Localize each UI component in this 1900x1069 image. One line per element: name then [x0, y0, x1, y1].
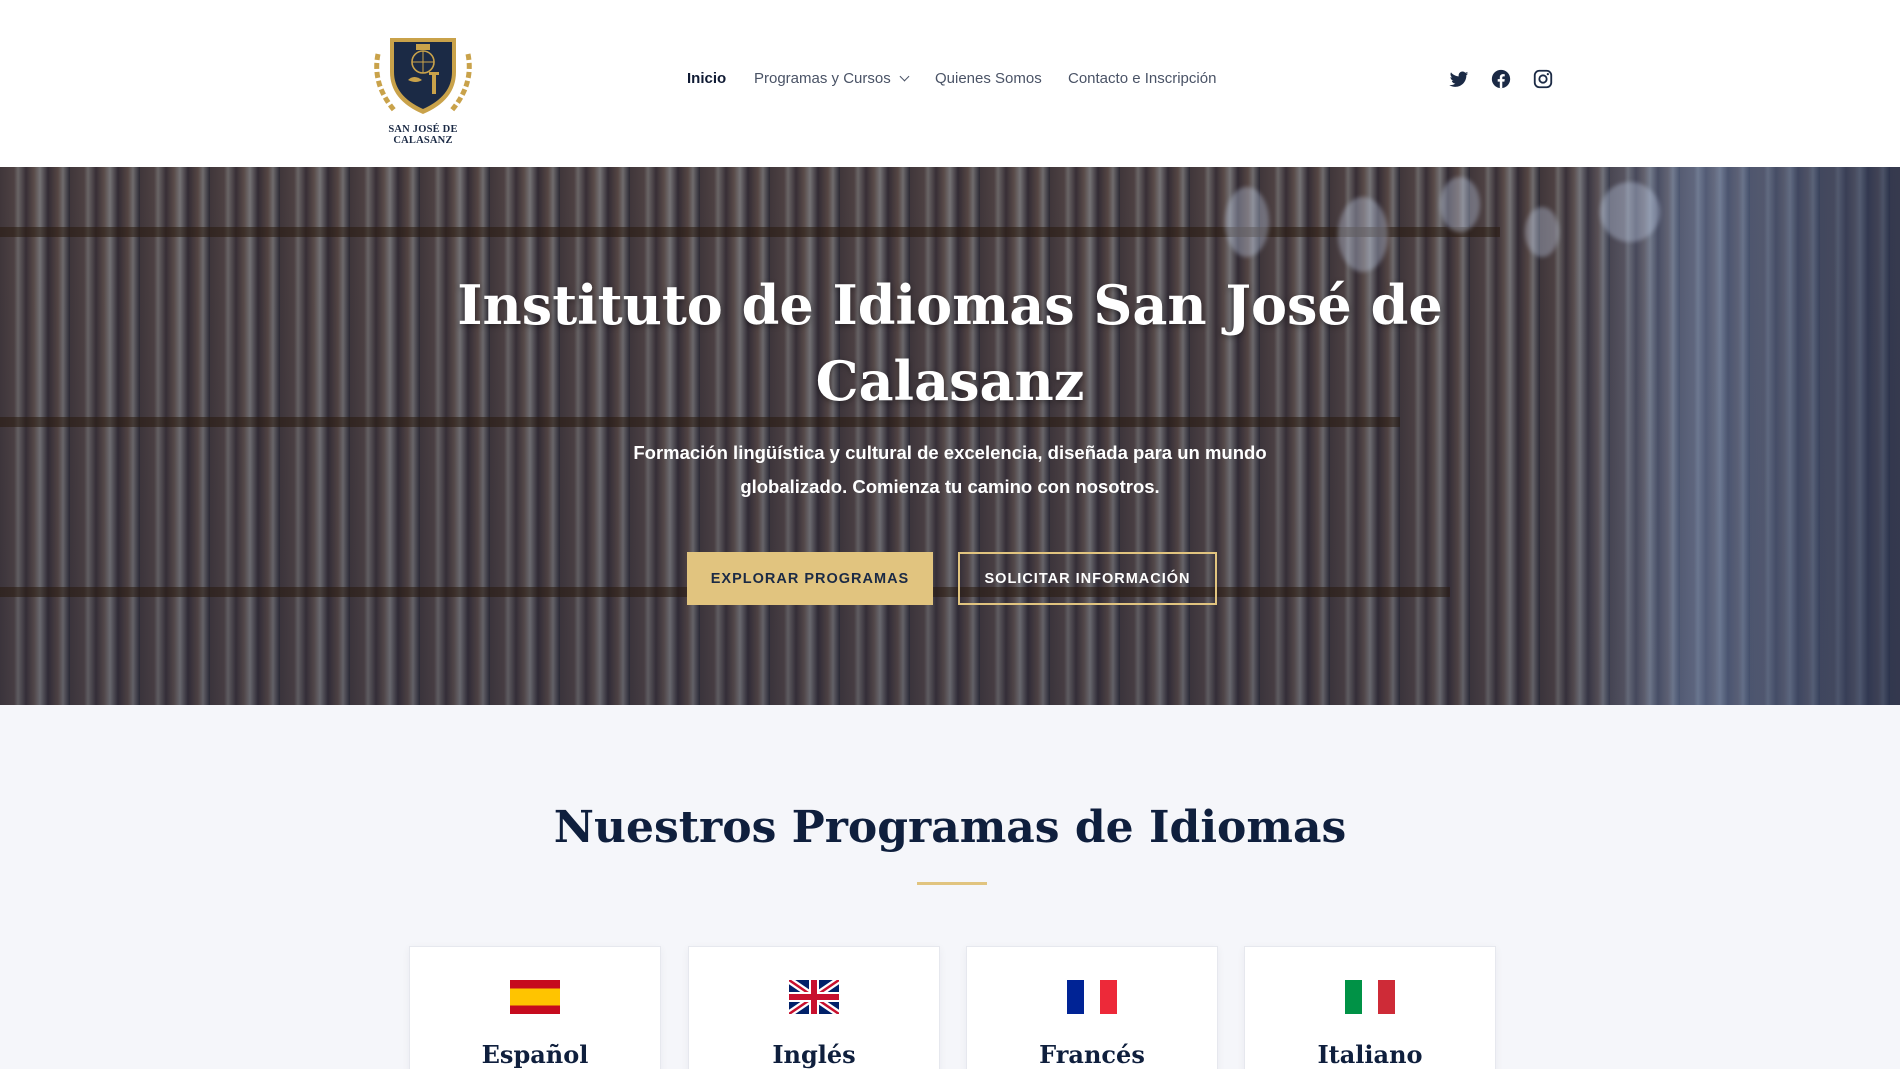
logo-bottom-text: SAN JOSÉ DE CALASANZ [388, 124, 458, 146]
program-name: Inglés [772, 1040, 856, 1069]
uk-flag-icon [789, 980, 839, 1014]
chevron-down-icon [899, 71, 910, 82]
program-name: Español [481, 1040, 589, 1069]
hero-title: Instituto de Idiomas San José de Calasan… [457, 273, 1443, 413]
instagram-icon[interactable] [1532, 68, 1554, 90]
twitter-icon[interactable] [1448, 68, 1470, 90]
nav-item-contacto[interactable]: Contacto e Inscripción [1068, 70, 1216, 87]
spain-flag-icon [510, 980, 560, 1014]
program-card-espanol[interactable]: Español [409, 946, 661, 1069]
program-name: Italiano [1317, 1040, 1423, 1069]
title-underline [917, 882, 987, 885]
france-flag-icon [1067, 980, 1117, 1014]
site-header: SAN JOSÉ DE CALASANZ Inicio Programas y … [0, 0, 1900, 167]
crest-emblem-icon [374, 38, 472, 114]
program-card-italiano[interactable]: Italiano [1244, 946, 1496, 1069]
program-name: Francés [1039, 1040, 1145, 1069]
program-card-frances[interactable]: Francés [966, 946, 1218, 1069]
program-card-ingles[interactable]: Inglés [688, 946, 940, 1069]
window-light-decoration [1560, 167, 1900, 705]
explore-programs-button[interactable]: EXPLORAR PROGRAMAS [687, 552, 933, 605]
hero-banner: Instituto de Idiomas San José de Calasan… [0, 167, 1900, 705]
facebook-icon[interactable] [1490, 68, 1512, 90]
institute-logo[interactable]: SAN JOSÉ DE CALASANZ [364, 14, 482, 146]
hero-subtitle: Formación lingüística y cultural de exce… [633, 442, 1267, 497]
nav-item-programas-label: Programas y Cursos [754, 70, 891, 87]
lamp-bokeh-decoration [1525, 207, 1559, 257]
nav-item-inicio[interactable]: Inicio [687, 70, 726, 87]
lamp-bokeh-decoration [1600, 182, 1660, 242]
shelf-decoration [0, 227, 1500, 237]
request-info-button[interactable]: SOLICITAR INFORMACIÓN [958, 552, 1217, 605]
nav-item-programas[interactable]: Programas y Cursos [754, 70, 910, 87]
nav-item-quienes-somos[interactable]: Quienes Somos [935, 70, 1042, 87]
section-title: Nuestros Programas de Idiomas [553, 802, 1347, 853]
lamp-bokeh-decoration [1440, 177, 1480, 232]
lamp-bokeh-decoration [1338, 197, 1388, 272]
italy-flag-icon [1345, 980, 1395, 1014]
lamp-bokeh-decoration [1225, 187, 1269, 257]
